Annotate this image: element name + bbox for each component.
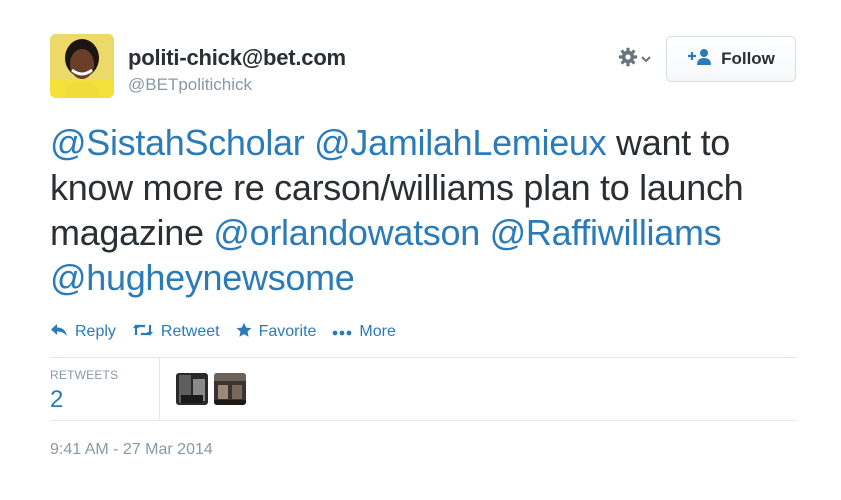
mention-link[interactable]: @orlandowatson [213, 212, 480, 253]
ellipsis-icon [332, 323, 352, 341]
retweet-label: Retweet [160, 323, 220, 340]
mention-link[interactable]: @hugheynewsome [50, 257, 355, 298]
user-fullname[interactable]: politi-chick@bet.com [128, 45, 346, 71]
favorite-button[interactable]: Favorite [236, 322, 317, 343]
divider [159, 358, 160, 420]
tweet-timestamp[interactable]: 9:41 AM - 27 Mar 2014 [50, 441, 213, 459]
retweeter-avatar[interactable] [176, 373, 208, 405]
avatar[interactable] [50, 34, 114, 98]
add-user-icon [687, 48, 713, 71]
retweets-label: RETWEETS [50, 368, 119, 382]
more-button[interactable]: More [332, 323, 396, 341]
gear-icon [618, 47, 638, 72]
user-screen-name[interactable]: @BETpolitichick [128, 75, 252, 95]
reply-icon [50, 323, 68, 342]
divider [50, 357, 797, 358]
reply-label: Reply [75, 323, 116, 340]
reply-button[interactable]: Reply [50, 323, 116, 342]
follow-label: Follow [721, 49, 775, 68]
retweet-icon [132, 323, 154, 342]
tweet-card: politi-chick@bet.com @BETpolitichick Fol… [0, 0, 841, 500]
retweeter-avatars [176, 373, 246, 405]
retweeter-avatar[interactable] [214, 373, 246, 405]
mention-link[interactable]: @JamilahLemieux [314, 122, 606, 163]
tweet-text-segment: magazine [50, 212, 214, 253]
tweet-text-segment: want to [606, 122, 731, 163]
favorite-label: Favorite [258, 323, 317, 340]
chevron-down-icon [641, 50, 651, 68]
tweet-text-segment: know more re carson/williams plan to lau… [50, 167, 744, 208]
tweet-text: @SistahScholar @JamilahLemieux want to kn… [50, 120, 810, 300]
retweet-button[interactable]: Retweet [132, 323, 220, 342]
tweet-actions: Reply Retweet Favorite More [50, 321, 396, 343]
more-label: More [359, 323, 396, 340]
star-icon [236, 322, 252, 343]
divider [50, 420, 797, 421]
follow-button[interactable]: Follow [666, 36, 796, 82]
retweets-count[interactable]: 2 [50, 386, 63, 414]
mention-link[interactable]: @SistahScholar [50, 122, 305, 163]
user-dropdown-button[interactable] [618, 47, 658, 72]
mention-link[interactable]: @Raffiwilliams [490, 212, 722, 253]
